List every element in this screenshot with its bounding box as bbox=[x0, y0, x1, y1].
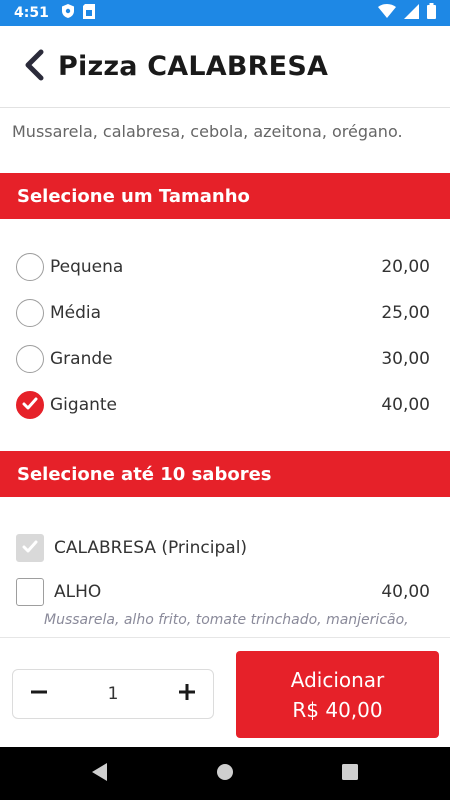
flavor-description: Mussarela, alho frito, tomate trinchado,… bbox=[44, 612, 409, 628]
flavors-section-header: Selecione até 10 sabores bbox=[0, 451, 450, 497]
size-option-grande[interactable]: Grande 30,00 bbox=[0, 336, 450, 382]
add-button-label: Adicionar bbox=[290, 667, 385, 692]
page-title: Pizza CALABRESA bbox=[58, 51, 329, 82]
back-button[interactable] bbox=[12, 45, 56, 89]
quantity-value[interactable]: 1 bbox=[83, 684, 143, 704]
flavor-price: 40,00 bbox=[381, 582, 430, 602]
size-price: 30,00 bbox=[381, 349, 430, 369]
size-option-media[interactable]: Média 25,00 bbox=[0, 290, 450, 336]
decrease-quantity-button[interactable] bbox=[27, 682, 51, 706]
radio-button[interactable] bbox=[16, 299, 44, 327]
system-nav-bar bbox=[0, 747, 450, 800]
check-icon bbox=[22, 539, 38, 558]
check-icon bbox=[22, 396, 38, 415]
status-bar: 4:51 bbox=[0, 0, 450, 26]
nav-recents-button[interactable] bbox=[335, 759, 365, 789]
product-description: Mussarela, calabresa, cebola, azeitona, … bbox=[12, 122, 403, 141]
radio-button[interactable] bbox=[16, 253, 44, 281]
size-section-header: Selecione um Tamanho bbox=[0, 173, 450, 219]
checkbox-disabled bbox=[16, 534, 44, 562]
size-option-pequena[interactable]: Pequena 20,00 bbox=[0, 244, 450, 290]
chevron-left-icon bbox=[23, 49, 45, 85]
increase-quantity-button[interactable] bbox=[175, 682, 199, 706]
app-header: Pizza CALABRESA bbox=[0, 26, 450, 108]
add-button-price: R$ 40,00 bbox=[292, 697, 383, 722]
size-label: Pequena bbox=[50, 257, 124, 277]
size-label: Média bbox=[50, 303, 102, 323]
flavor-label: CALABRESA (Principal) bbox=[54, 538, 248, 558]
size-price: 40,00 bbox=[381, 395, 430, 415]
sim-card-icon bbox=[82, 3, 95, 23]
size-option-gigante[interactable]: Gigante 40,00 bbox=[0, 382, 450, 428]
nav-home-icon bbox=[216, 763, 234, 785]
signal-icon bbox=[404, 3, 419, 23]
shield-icon bbox=[61, 3, 75, 23]
radio-button[interactable] bbox=[16, 345, 44, 373]
nav-back-icon bbox=[92, 762, 108, 785]
radio-button-selected[interactable] bbox=[16, 391, 44, 419]
add-to-cart-button[interactable]: Adicionar R$ 40,00 bbox=[236, 651, 439, 738]
checkbox[interactable] bbox=[16, 578, 44, 606]
nav-back-button[interactable] bbox=[85, 759, 115, 789]
flavor-options: CALABRESA (Principal) ALHO 40,00 bbox=[0, 526, 450, 614]
flavor-option-calabresa: CALABRESA (Principal) bbox=[0, 526, 450, 570]
wifi-icon bbox=[378, 4, 396, 22]
flavor-label: ALHO bbox=[54, 582, 102, 602]
size-price: 20,00 bbox=[381, 257, 430, 277]
plus-icon bbox=[179, 684, 195, 704]
minus-icon bbox=[31, 684, 47, 704]
size-label: Grande bbox=[50, 349, 113, 369]
nav-recents-icon bbox=[342, 763, 358, 784]
size-label: Gigante bbox=[50, 395, 118, 415]
bottom-action-bar: 1 Adicionar R$ 40,00 bbox=[0, 637, 450, 747]
status-time: 4:51 bbox=[14, 5, 49, 21]
size-options: Pequena 20,00 Média 25,00 Grande 30,00 G… bbox=[0, 244, 450, 428]
battery-icon bbox=[427, 3, 436, 23]
size-price: 25,00 bbox=[381, 303, 430, 323]
quantity-stepper: 1 bbox=[12, 669, 214, 719]
flavor-option-alho[interactable]: ALHO 40,00 bbox=[0, 570, 450, 614]
nav-home-button[interactable] bbox=[210, 759, 240, 789]
